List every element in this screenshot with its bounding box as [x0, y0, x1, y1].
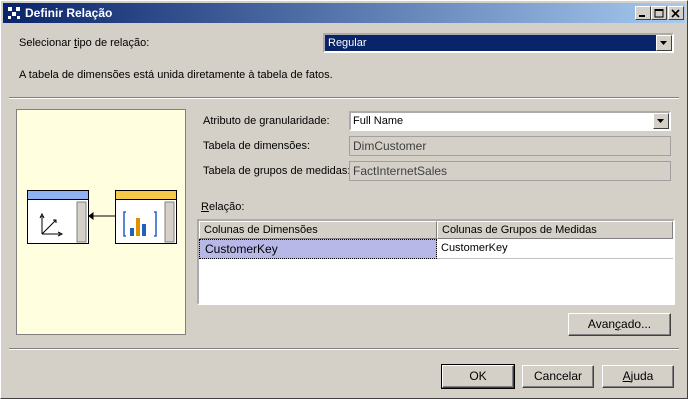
- column-header-dimension[interactable]: Colunas de Dimensões: [199, 221, 437, 239]
- bar-chart-icon: [123, 201, 175, 243]
- table-row[interactable]: CustomerKey CustomerKey: [199, 239, 673, 259]
- maximize-button[interactable]: [651, 6, 667, 20]
- help-button[interactable]: Ajuda: [602, 365, 674, 388]
- granularity-value: Full Name: [353, 115, 404, 127]
- fact-table-header: [116, 191, 176, 200]
- minimize-icon: [639, 15, 645, 17]
- relation-label-accel: R: [201, 201, 209, 213]
- cell-dimension-column[interactable]: CustomerKey: [199, 239, 437, 259]
- separator-top: [9, 97, 679, 99]
- relationship-type-dropdown-button[interactable]: [656, 35, 672, 51]
- fact-table-graphic: [115, 190, 177, 244]
- app-icon: [8, 7, 20, 19]
- dimension-table-value: DimCustomer: [353, 139, 427, 153]
- minimize-button[interactable]: [635, 6, 651, 20]
- column-header-measure[interactable]: Colunas de Grupos de Medidas: [437, 221, 673, 239]
- close-button[interactable]: [668, 6, 684, 20]
- axis-chart-icon: [39, 201, 87, 243]
- help-label-post: juda: [630, 369, 654, 383]
- relationship-type-select[interactable]: Regular: [323, 33, 674, 53]
- relation-grid[interactable]: Colunas de Dimensões Colunas de Grupos d…: [197, 219, 675, 305]
- relation-label-post: elação:: [208, 201, 245, 213]
- granularity-dropdown-button[interactable]: [653, 113, 669, 129]
- cell-measure-column[interactable]: CustomerKey: [437, 239, 673, 259]
- granularity-select[interactable]: Full Name: [349, 111, 671, 131]
- dimension-table-field: DimCustomer: [349, 136, 671, 156]
- dimension-table-label: Tabela de dimensões:: [203, 140, 311, 152]
- title-bar[interactable]: Definir Relação: [3, 3, 685, 23]
- relationship-type-label-post: ipo de relação:: [77, 37, 150, 49]
- help-label-accel: A: [622, 369, 631, 383]
- ok-button[interactable]: OK: [441, 364, 515, 389]
- cancel-button[interactable]: Cancelar: [522, 365, 594, 388]
- measure-group-table-label: Tabela de grupos de medidas:: [203, 165, 351, 177]
- relationship-type-label: Selecionar tipo de relação:: [19, 37, 149, 49]
- close-icon: [671, 9, 680, 18]
- advanced-button[interactable]: Avançado...: [568, 313, 671, 336]
- dimension-table-graphic: [27, 190, 89, 244]
- chevron-down-icon: [657, 119, 664, 123]
- dimension-table-header: [28, 191, 88, 200]
- chevron-down-icon: [660, 41, 667, 45]
- description-text: A tabela de dimensões está unida diretam…: [19, 69, 333, 81]
- relationship-type-value: Regular: [328, 37, 367, 49]
- arrow-left-icon: [88, 212, 115, 220]
- relationship-preview: [16, 109, 186, 335]
- maximize-icon: [654, 9, 664, 18]
- advanced-label-pre: Avan: [587, 317, 616, 331]
- advanced-label-post: ado...: [621, 317, 652, 331]
- measure-group-table-value: FactInternetSales: [353, 164, 448, 178]
- measure-group-table-field: FactInternetSales: [349, 161, 671, 181]
- grid-empty-area: [199, 259, 673, 303]
- granularity-label: Atributo de granularidade:: [203, 115, 330, 127]
- window-title: Definir Relação: [25, 6, 113, 20]
- relationship-type-label-pre: Selecionar: [19, 37, 75, 49]
- separator-bottom: [9, 348, 679, 350]
- dialog-window: Definir Relação Selecionar tipo de relaç…: [0, 0, 688, 399]
- relation-label: Relação:: [201, 201, 244, 213]
